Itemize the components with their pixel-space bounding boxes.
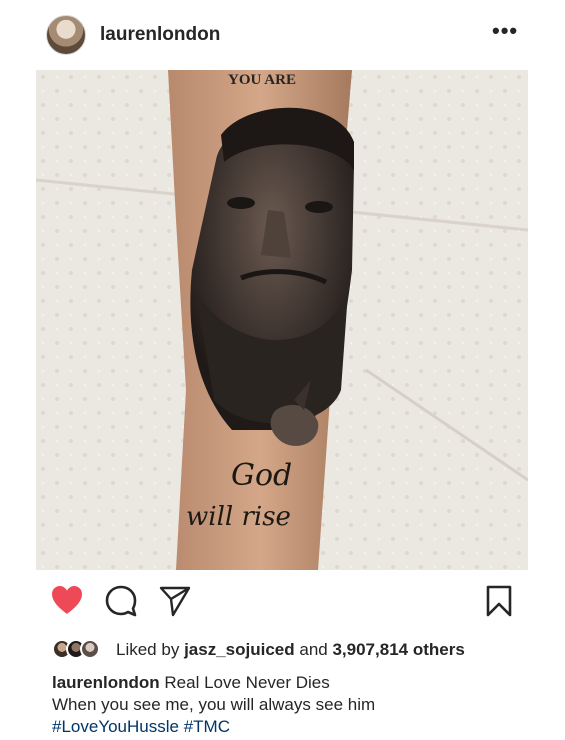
likes-text: Liked by jasz_sojuiced and 3,907,814 oth… [116,640,465,660]
tattoo-photo-image: YOU ARE God will rise [36,70,528,570]
tattoo-script-line1: God [231,458,292,493]
heart-icon[interactable] [50,584,84,616]
bookmark-icon[interactable] [484,584,514,618]
likes-count[interactable]: 3,907,814 [332,640,408,659]
hashtag-link[interactable]: #TMC [184,717,230,736]
comment-icon[interactable] [104,584,138,618]
post-header: laurenlondon ••• [0,0,565,70]
avatar[interactable] [46,15,86,55]
caption-line1: Real Love Never Dies [164,673,330,692]
hashtag-link[interactable]: #LoveYouHussle [52,717,179,736]
likes-conjunction: and [299,640,328,659]
liker-avatar [80,639,100,659]
likes-suffix[interactable]: others [413,640,465,659]
caption-username[interactable]: laurenlondon [52,673,160,692]
action-bar [0,570,565,630]
tattoo-top-text: YOU ARE [228,72,296,88]
post-caption: laurenlondon Real Love Never Dies When y… [52,672,532,738]
post-username[interactable]: laurenlondon [100,24,220,46]
paper-plane-icon[interactable] [158,584,192,618]
caption-line2: When you see me, you will always see him [52,695,376,714]
tattoo-script-line2: will rise [186,502,291,532]
liker-username[interactable]: jasz_sojuiced [184,640,295,659]
post-photo[interactable]: YOU ARE God will rise [36,70,528,570]
likes-row[interactable]: Liked by jasz_sojuiced and 3,907,814 oth… [52,637,552,661]
likes-prefix: Liked by [116,640,180,659]
more-icon[interactable]: ••• [492,18,518,44]
